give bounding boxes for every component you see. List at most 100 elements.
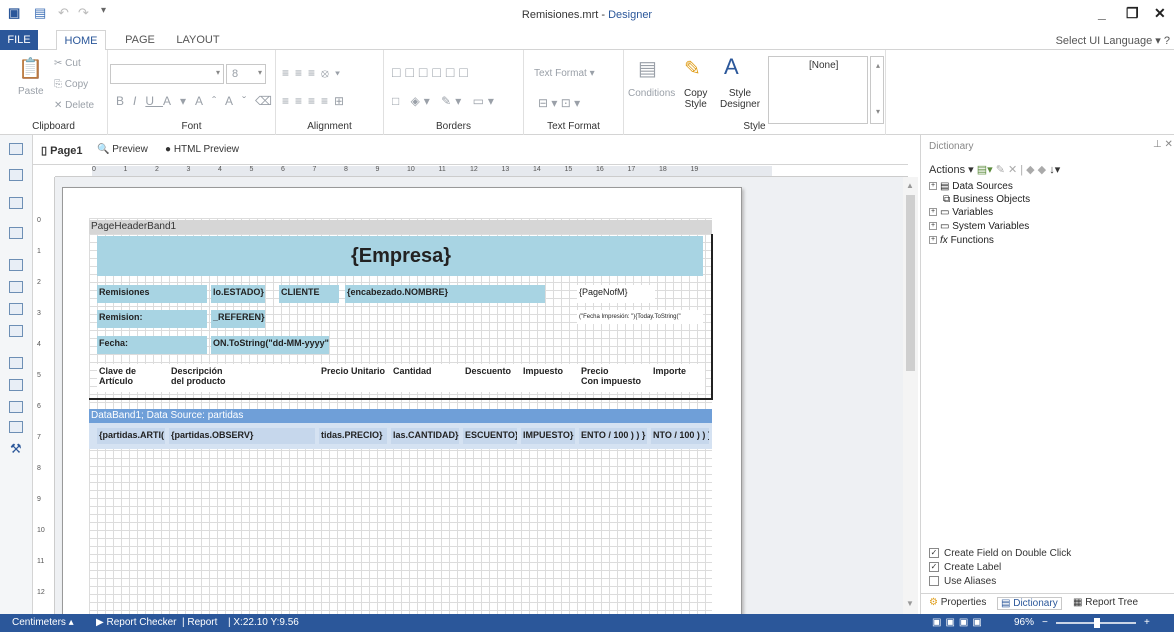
- restore-icon[interactable]: ❐: [1126, 5, 1139, 22]
- nombre-field[interactable]: {encabezado.NOMBRE}: [345, 285, 545, 303]
- impuesto-data-field[interactable]: IMPUESTO}: [521, 428, 575, 444]
- tab-html-preview[interactable]: ● HTML Preview: [165, 144, 239, 155]
- descuento-data-field[interactable]: ESCUENTO}: [463, 428, 517, 444]
- zoom-in-icon[interactable]: +: [1144, 617, 1150, 628]
- vertical-align-icons[interactable]: ≡≡≡⦻▾: [282, 66, 346, 81]
- copy-style-button[interactable]: Copy Style: [684, 88, 707, 110]
- form-tool-icon[interactable]: [9, 401, 23, 413]
- table-tool-icon[interactable]: [9, 379, 23, 391]
- richtext-tool-icon[interactable]: [9, 281, 23, 293]
- create-field-checkbox[interactable]: ✓ Create Field on Double Click: [929, 548, 1071, 559]
- remisiones-label[interactable]: Remisiones: [97, 285, 207, 303]
- language-selector[interactable]: Select UI Language ▾ ?: [1056, 34, 1170, 47]
- conditions-button[interactable]: Conditions: [628, 88, 675, 99]
- importe-data-field[interactable]: NTO / 100 ) ) }: [651, 428, 709, 444]
- databand-tool-icon[interactable]: [9, 197, 23, 209]
- style-designer-icon[interactable]: A: [724, 54, 739, 80]
- tab-layout[interactable]: LAYOUT: [172, 30, 224, 50]
- report-page[interactable]: PageHeaderBand1 {Empresa} Remisiones lo.…: [62, 187, 742, 614]
- tab-home[interactable]: HOME: [56, 30, 106, 51]
- style-designer-button[interactable]: Style Designer: [720, 88, 760, 110]
- col-cantidad[interactable]: Cantidad: [391, 366, 432, 376]
- pin-icon[interactable]: ⊥ ✕: [1153, 139, 1173, 150]
- actions-menu[interactable]: Actions ▾ ▤▾ ✎ ✕ | ◆ ◆ ↓▾: [929, 163, 1060, 176]
- image-tool-icon[interactable]: [9, 303, 23, 315]
- page-n-of-m-field[interactable]: {PageNofM}: [577, 285, 655, 303]
- tree-variables[interactable]: + ▭ Variables: [929, 207, 993, 218]
- fecha-label[interactable]: Fecha:: [97, 336, 207, 354]
- report-button[interactable]: | Report: [182, 617, 217, 628]
- paste-button[interactable]: Paste: [18, 86, 44, 97]
- col-impuesto[interactable]: Impuesto: [521, 366, 563, 376]
- text-tool-icon[interactable]: [9, 259, 23, 271]
- tab-properties[interactable]: ⚙ Properties: [929, 597, 986, 608]
- page-header-band-title[interactable]: PageHeaderBand1: [89, 220, 712, 234]
- create-label-checkbox[interactable]: ✓ Create Label: [929, 562, 1001, 573]
- col-precio-unitario[interactable]: Precio Unitario: [319, 366, 385, 376]
- conditions-icon[interactable]: ▤: [638, 56, 657, 81]
- panel-tool-icon[interactable]: [9, 325, 23, 337]
- tree-system-variables[interactable]: + ▭ System Variables: [929, 221, 1029, 232]
- border-style-icons[interactable]: □ ◈▾ ✎▾ ▭▾: [392, 94, 498, 108]
- view-mode-icons[interactable]: ▣▣▣▣: [932, 617, 986, 628]
- tree-business-objects[interactable]: ⧉ Business Objects: [943, 194, 1030, 205]
- design-canvas[interactable]: PageHeaderBand1 {Empresa} Remisiones lo.…: [55, 177, 903, 614]
- units-selector[interactable]: Centimeters ▴: [12, 617, 74, 628]
- zoom-out-icon[interactable]: −: [1042, 617, 1048, 628]
- border-icons[interactable]: □□□□□□: [392, 64, 473, 80]
- estado-field[interactable]: lo.ESTADO}: [211, 285, 265, 303]
- fecha-field[interactable]: ON.ToString("dd-MM-yyyy")}: [211, 336, 329, 354]
- tree-functions[interactable]: + fx Functions: [929, 235, 994, 246]
- scroll-thumb[interactable]: [906, 195, 915, 371]
- col-precio-con-impuesto[interactable]: Precio Con impuesto: [579, 366, 641, 386]
- font-style-buttons[interactable]: BIUA▾AˆAˇ⌫: [116, 94, 281, 108]
- band-tool-icon[interactable]: [9, 143, 23, 155]
- fecha-impresion-field[interactable]: ("Fecha Impresión: "){Today.ToString(": [577, 310, 703, 324]
- copy-button[interactable]: ⎘ Copy: [54, 79, 88, 90]
- referencia-field[interactable]: _REFEREN}: [211, 310, 265, 328]
- minimize-icon[interactable]: _: [1098, 5, 1106, 21]
- col-descuento[interactable]: Descuento: [463, 366, 511, 376]
- col-clave[interactable]: Clave de Artículo: [97, 366, 136, 386]
- databand-title[interactable]: DataBand1; Data Source: partidas: [89, 409, 712, 423]
- delete-button[interactable]: ✕ Delete: [54, 100, 94, 111]
- copy-style-icon[interactable]: ✎: [684, 56, 701, 81]
- report-checker-button[interactable]: ▶ Report Checker: [96, 617, 177, 628]
- precio-impuesto-data-field[interactable]: ENTO / 100 ) ) }: [579, 428, 647, 444]
- col-descripcion[interactable]: Descripción del producto: [169, 366, 226, 386]
- wrench-icon[interactable]: ⚒: [10, 441, 22, 457]
- precio-data-field[interactable]: tidas.PRECIO}: [319, 428, 387, 444]
- close-icon[interactable]: ✕: [1154, 5, 1166, 22]
- text-format-combo[interactable]: Text Format ▾: [534, 68, 595, 79]
- format-icons[interactable]: ⊟ ▾ ⊡ ▾: [538, 96, 580, 110]
- tab-page1[interactable]: ▯ Page1: [41, 144, 83, 157]
- scroll-down-icon[interactable]: ▼: [906, 599, 914, 608]
- tab-file[interactable]: FILE: [0, 30, 38, 50]
- zoom-slider-thumb[interactable]: [1094, 618, 1100, 628]
- style-gallery[interactable]: [None]: [768, 56, 868, 124]
- page-band-tool-icon[interactable]: [9, 169, 23, 181]
- cliente-label[interactable]: CLIENTE: [279, 285, 339, 303]
- tab-dictionary[interactable]: ▤ Dictionary: [997, 597, 1062, 610]
- tree-data-sources[interactable]: + ▤ Data Sources: [929, 181, 1013, 192]
- style-gallery-scroll[interactable]: ▴ ▾: [870, 56, 884, 124]
- remision-label[interactable]: Remision:: [97, 310, 207, 328]
- horizontal-align-icons[interactable]: ≡≡≡≡⊞: [282, 94, 350, 108]
- use-aliases-checkbox[interactable]: Use Aliases: [929, 576, 996, 587]
- paste-icon[interactable]: 📋: [18, 56, 43, 81]
- tab-page[interactable]: PAGE: [120, 30, 160, 50]
- empresa-field[interactable]: {Empresa}: [97, 236, 703, 276]
- col-importe[interactable]: Importe: [651, 366, 686, 376]
- chart-tool-icon[interactable]: [9, 227, 23, 239]
- font-size-combo[interactable]: 8 ▾: [226, 64, 266, 84]
- observ-data-field[interactable]: {partidas.OBSERV}: [169, 428, 315, 444]
- tab-preview[interactable]: 🔍 Preview: [97, 144, 148, 155]
- cut-button[interactable]: ✂ Cut: [54, 58, 81, 69]
- shape-tool-icon[interactable]: [9, 357, 23, 369]
- canvas-scrollbar[interactable]: ▲ ▼: [903, 177, 918, 614]
- scroll-up-icon[interactable]: ▲: [906, 181, 914, 190]
- tab-report-tree[interactable]: ▦ Report Tree: [1073, 597, 1138, 608]
- articulo-data-field[interactable]: {partidas.ARTI(: [97, 428, 165, 444]
- cantidad-data-field[interactable]: las.CANTIDAD}: [391, 428, 459, 444]
- font-name-combo[interactable]: ▾: [110, 64, 224, 84]
